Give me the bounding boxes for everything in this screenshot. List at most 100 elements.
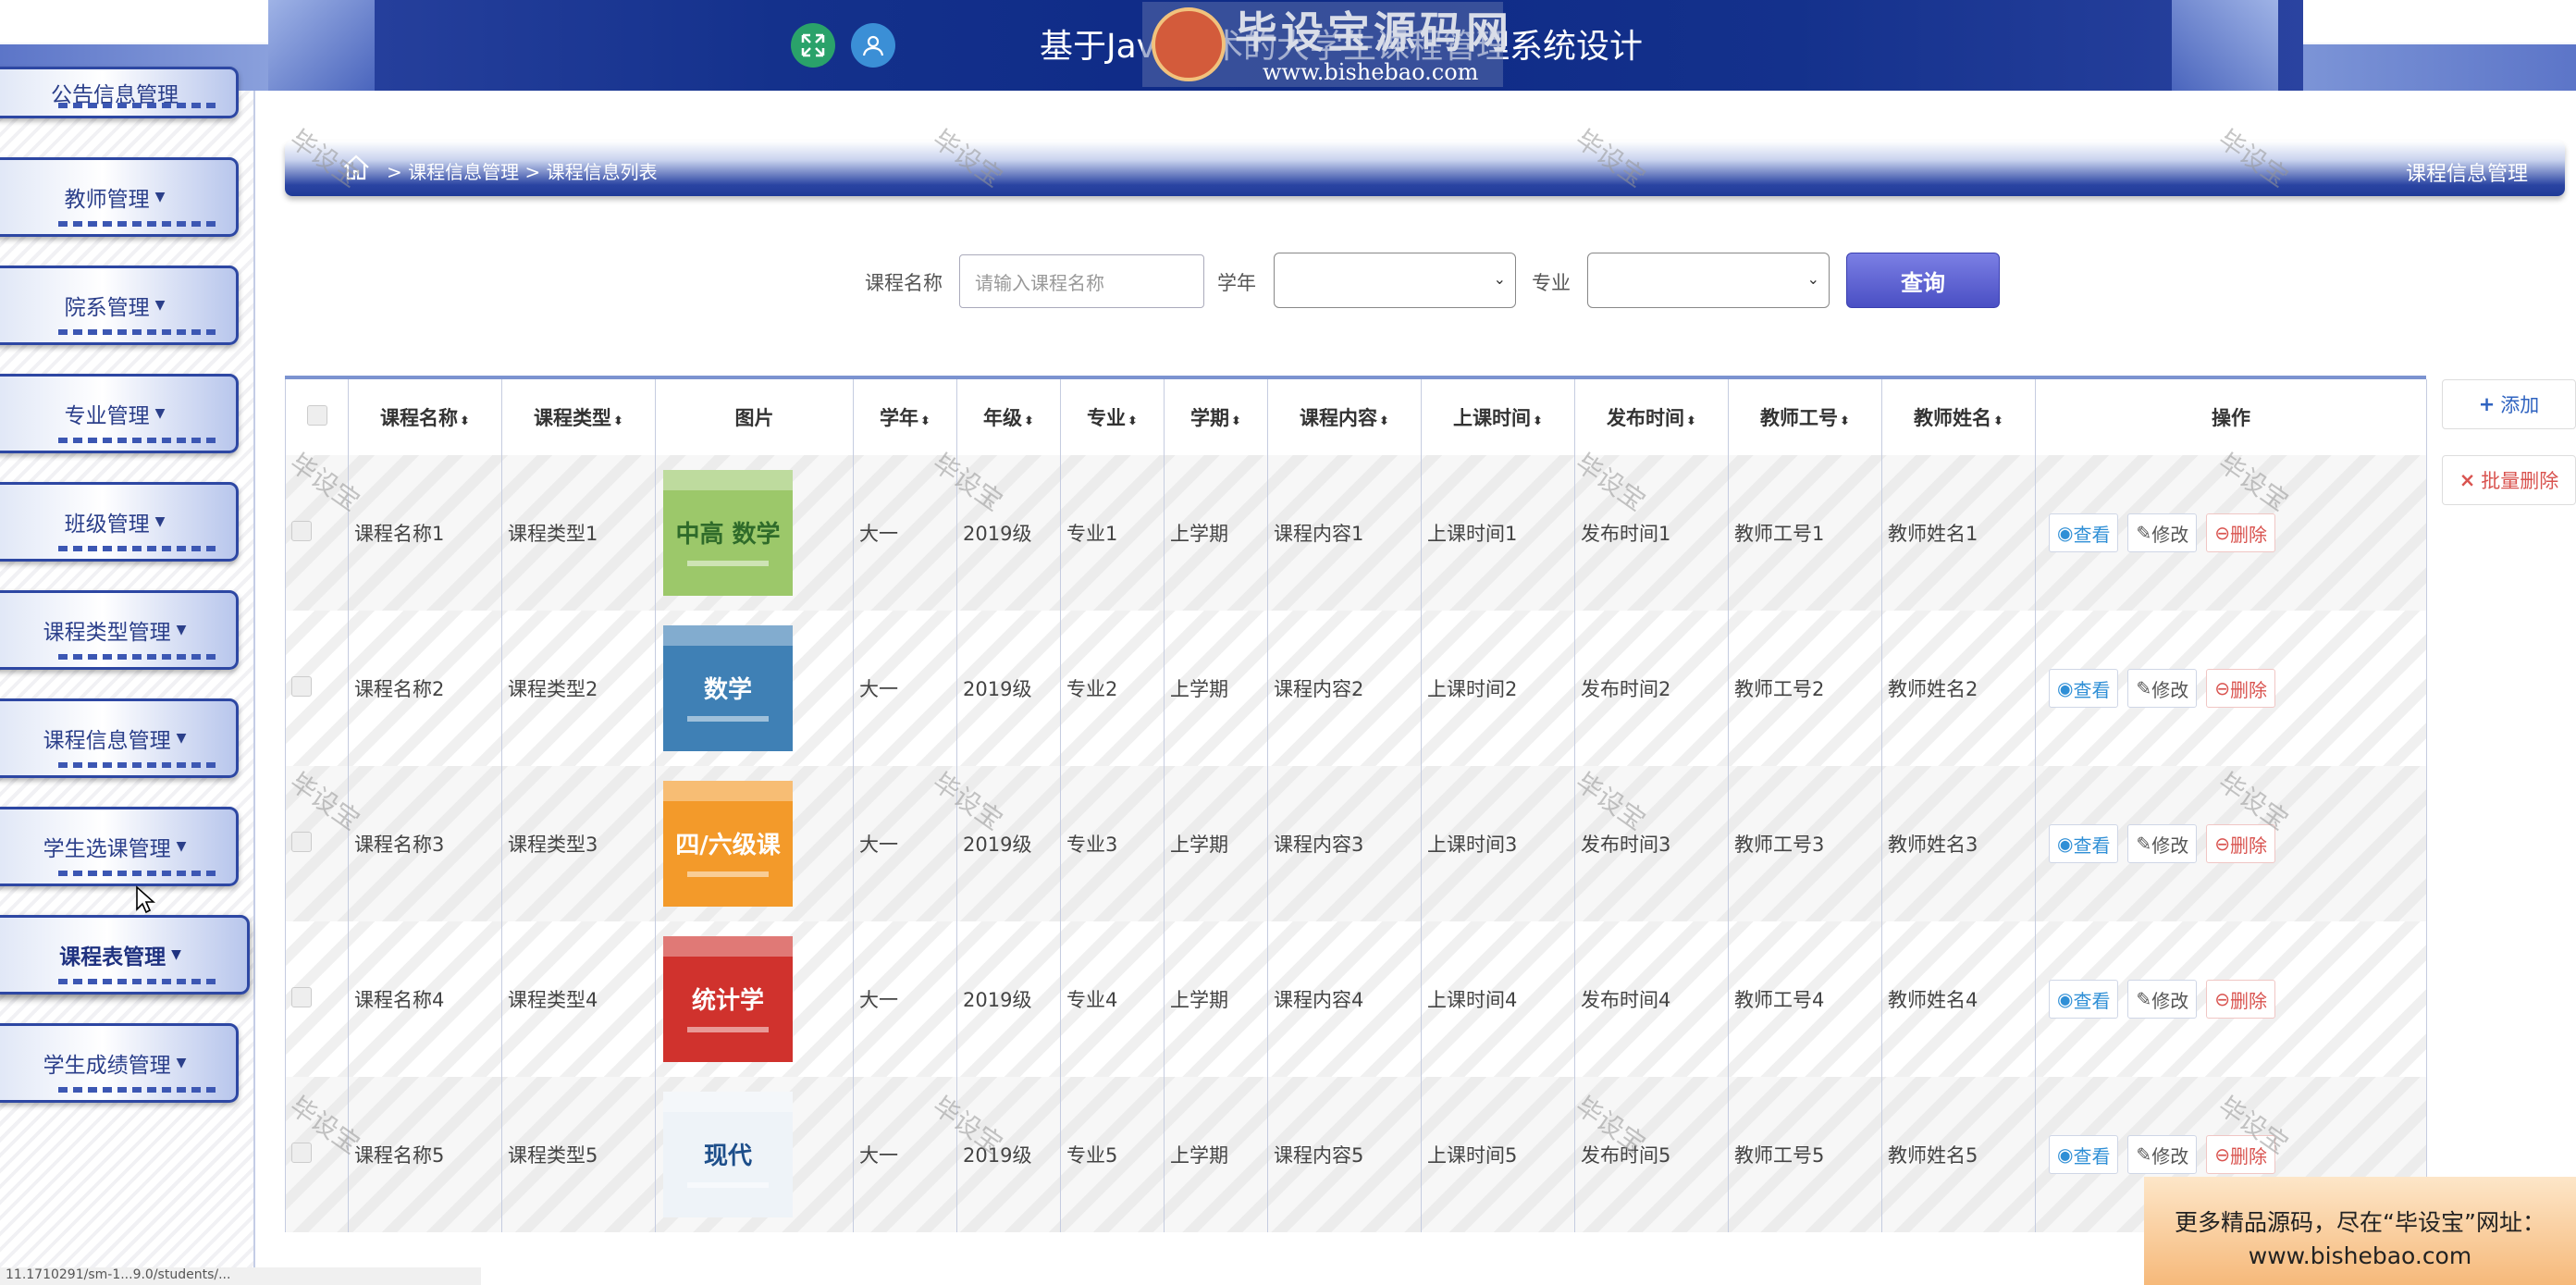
delete-button[interactable]: ⊖ 删除 [2206,980,2275,1019]
book-cover-image[interactable]: 数学 [659,624,796,753]
breadcrumb-path[interactable]: > 课程信息管理 > 课程信息列表 [387,157,658,184]
view-button[interactable]: ◉ 查看 [2049,1135,2119,1174]
sidebar-item-course-select[interactable]: 学生选课管理 ▼ [0,807,239,886]
sort-icon[interactable]: ⬍ [1128,414,1138,428]
sidebar-item-department[interactable]: 院系管理 ▼ [0,266,239,345]
view-button[interactable]: ◉ 查看 [2049,980,2119,1019]
year-select[interactable]: ⌄ [1274,253,1516,308]
header-term[interactable]: 学期 ⬍ [1164,379,1268,455]
sort-icon[interactable]: ⬍ [460,414,470,428]
cell-major: 专业4 [1060,921,1165,1077]
sidebar-item-course-type[interactable]: 课程类型管理 ▼ [0,590,239,670]
svg-text:中高 数学: 中高 数学 [675,520,780,549]
edit-label: 修改 [2151,1144,2189,1168]
row-checkbox-cell[interactable] [285,766,349,921]
table-row[interactable]: 课程名称3 课程类型3 四/六级课 大一 2019级 专业3 上学期 课程内容3 上课时间3 发布… [285,766,2427,921]
header-course-name[interactable]: 课程名称 ⬍ [348,379,502,455]
sidebar-item-course-info[interactable]: 课程信息管理 ▼ [0,698,239,778]
header-teacher-id[interactable]: 教师工号 ⬍ [1728,379,1882,455]
sidebar-item-notice[interactable]: 公告信息管理 [0,67,239,118]
eye-icon: ◉ [2057,988,2074,1010]
add-button[interactable]: + 添加 [2442,379,2576,429]
header-publish-time[interactable]: 发布时间 ⬍ [1574,379,1729,455]
book-cover-image[interactable]: 现代 [659,1090,796,1219]
select-all-cell[interactable] [285,379,349,455]
table-row[interactable]: 课程名称1 课程类型1 中高 数学 大一 2019级 专业1 上学期 课程内容1 上课时间1 发布… [285,455,2427,611]
row-checkbox-cell[interactable] [285,921,349,1077]
major-select[interactable]: ⌄ [1587,253,1830,308]
delete-button[interactable]: ⊖ 删除 [2206,824,2275,863]
table-row[interactable]: 课程名称5 课程类型5 现代 大一 2019级 专业5 上学期 课程内容5 上课时间5 发布时间5… [285,1077,2427,1232]
edit-button[interactable]: ✎ 修改 [2127,669,2198,708]
sort-icon[interactable]: ⬍ [1686,414,1696,428]
sort-icon[interactable]: ⬍ [613,414,623,428]
sidebar-item-timetable[interactable]: 课程表管理 ▼ [0,915,250,995]
sidebar-item-teacher[interactable]: 教师管理 ▼ [0,157,239,237]
cell-name: 课程名称1 [348,455,502,611]
x-icon: × [2459,469,2476,491]
edit-button[interactable]: ✎ 修改 [2127,824,2198,863]
user-icon[interactable] [851,23,895,68]
delete-label: 删除 [2229,834,2267,857]
book-cover-image[interactable]: 统计学 [659,934,796,1064]
edit-button[interactable]: ✎ 修改 [2127,1135,2198,1174]
header-content[interactable]: 课程内容 ⬍ [1267,379,1422,455]
search-button[interactable]: 查询 [1846,253,2000,308]
header-actions: 操作 [2035,379,2427,455]
sidebar-item-major[interactable]: 专业管理 ▼ [0,374,239,453]
delete-button[interactable]: ⊖ 删除 [2206,669,2275,708]
row-checkbox[interactable] [291,831,312,852]
header-grade[interactable]: 年级 ⬍ [956,379,1061,455]
header-course-type[interactable]: 课程类型 ⬍ [501,379,656,455]
row-checkbox[interactable] [291,1142,312,1163]
delete-button[interactable]: ⊖ 删除 [2206,1135,2275,1174]
minus-circle-icon: ⊖ [2214,522,2230,544]
delete-button[interactable]: ⊖ 删除 [2206,513,2275,552]
cell-major: 专业3 [1060,766,1165,921]
sidebar-item-class[interactable]: 班级管理 ▼ [0,482,239,562]
home-icon[interactable] [340,152,372,183]
header-year[interactable]: 学年 ⬍ [853,379,957,455]
edit-button[interactable]: ✎ 修改 [2127,513,2198,552]
sidebar-item-label: 院系管理 [64,296,150,320]
expand-icon[interactable] [791,23,835,68]
sort-icon[interactable]: ⬍ [1231,414,1241,428]
sort-icon[interactable]: ⬍ [920,414,931,428]
breadcrumb-section: 课程信息管理 [2405,163,2528,186]
row-checkbox[interactable] [291,520,312,541]
header-major[interactable]: 专业 ⬍ [1060,379,1165,455]
table-row[interactable]: 课程名称2 课程类型2 数学 大一 2019级 专业2 上学期 课程内容2 上课时间2 发布时间2… [285,611,2427,766]
select-all-checkbox[interactable] [306,404,327,426]
cell-grade: 2019级 [956,921,1061,1077]
cell-name: 课程名称4 [348,921,502,1077]
row-checkbox-cell[interactable] [285,611,349,766]
course-name-input[interactable]: 请输入课程名称 [959,254,1204,308]
sort-icon[interactable]: ⬍ [1533,414,1543,428]
row-checkbox-cell[interactable] [285,1077,349,1232]
cell-content: 课程内容3 [1267,766,1422,921]
edit-button[interactable]: ✎ 修改 [2127,980,2198,1019]
add-label: 添加 [2500,394,2540,416]
book-cover-image[interactable]: 中高 数学 [659,468,796,598]
row-checkbox-cell[interactable] [285,455,349,611]
book-cover-image[interactable]: 四/六级课 [659,779,796,908]
sidebar-item-grades[interactable]: 学生成绩管理 ▼ [0,1023,239,1103]
batch-delete-button[interactable]: × 批量删除 [2442,455,2576,505]
sort-icon[interactable]: ⬍ [1379,414,1389,428]
svg-text:现代: 现代 [704,1143,752,1170]
row-checkbox[interactable] [291,986,312,1007]
menu-stripes [58,762,220,768]
header-class-time[interactable]: 上课时间 ⬍ [1421,379,1575,455]
ad-line-2: www.bishebao.com [2248,1242,2472,1269]
table-row[interactable]: 课程名称4 课程类型4 统计学 大一 2019级 专业4 上学期 课程内容4 上课时间4 发布时间… [285,921,2427,1077]
sort-icon[interactable]: ⬍ [1993,414,2003,428]
view-button[interactable]: ◉ 查看 [2049,513,2119,552]
view-button[interactable]: ◉ 查看 [2049,824,2119,863]
pencil-icon: ✎ [2136,522,2152,544]
view-button[interactable]: ◉ 查看 [2049,669,2119,708]
sort-icon[interactable]: ⬍ [1024,414,1034,428]
row-checkbox[interactable] [291,675,312,697]
header-teacher-name[interactable]: 教师姓名 ⬍ [1881,379,2036,455]
sort-icon[interactable]: ⬍ [1840,414,1850,428]
cell-grade: 2019级 [956,766,1061,921]
